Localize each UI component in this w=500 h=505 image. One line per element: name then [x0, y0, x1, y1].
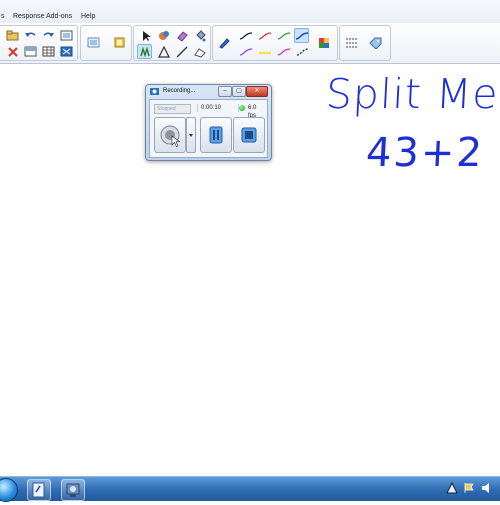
menu-help[interactable]: Help — [81, 13, 95, 20]
maximize-button[interactable]: ▢ — [232, 86, 246, 97]
pause-icon — [209, 126, 223, 144]
recorder-app-icon — [150, 88, 159, 95]
menu-add-ons[interactable]: Add-ons — [46, 13, 72, 20]
eraser-icon[interactable] — [174, 28, 189, 43]
magic-pen-icon[interactable] — [156, 28, 171, 43]
recording-titlebar[interactable]: Recording... – ▢ ✕ — [146, 85, 271, 98]
select-object-tool[interactable] — [137, 44, 152, 59]
notebook-app-icon[interactable] — [27, 479, 51, 501]
open-file-icon[interactable] — [5, 28, 20, 43]
recording-title: Recording... — [163, 88, 196, 94]
gallery-icon[interactable] — [112, 35, 127, 50]
chevron-down-icon — [189, 134, 193, 137]
table-icon[interactable] — [41, 44, 56, 59]
properties-group — [339, 25, 391, 61]
taskbar — [0, 476, 500, 502]
fullscreen-icon[interactable] — [59, 44, 74, 59]
pen-style-red[interactable] — [257, 28, 272, 43]
recorder-taskbar-icon[interactable] — [61, 479, 85, 501]
tray-volume-icon[interactable] — [481, 482, 493, 494]
undo-icon[interactable] — [23, 28, 38, 43]
minimize-button[interactable]: – — [218, 86, 232, 97]
shapes-icon[interactable] — [156, 44, 171, 59]
pen-style-green[interactable] — [276, 28, 291, 43]
recording-panel: Stopped 0:00:10 6.0 fps — [149, 99, 268, 158]
text-eraser-icon[interactable] — [192, 44, 207, 59]
close-button[interactable]: ✕ — [246, 86, 268, 97]
pen-style-yellow[interactable] — [257, 44, 272, 59]
pen-style-magenta[interactable] — [276, 44, 291, 59]
screen-capture-icon[interactable] — [59, 28, 74, 43]
pen-style-dotted[interactable] — [295, 44, 310, 59]
redo-icon[interactable] — [41, 28, 56, 43]
delete-icon[interactable] — [5, 44, 20, 59]
pen-styles-group — [212, 25, 338, 61]
line-style-icon[interactable] — [344, 35, 359, 50]
stop-icon — [241, 127, 257, 143]
line-icon[interactable] — [174, 44, 189, 59]
main-toolbar — [0, 23, 500, 64]
tag-properties-icon[interactable] — [368, 35, 383, 50]
pen-style-black[interactable] — [238, 28, 253, 43]
fill-icon[interactable] — [192, 28, 207, 43]
recording-window: Recording... – ▢ ✕ Stopped 0:00:10 6.0 f… — [145, 84, 272, 161]
pen-style-purple[interactable] — [238, 44, 253, 59]
draw-tools-group — [133, 25, 211, 61]
menu-response[interactable]: Response — [13, 13, 45, 20]
stop-button[interactable] — [233, 117, 265, 153]
record-options-arrow[interactable] — [186, 117, 196, 153]
menu-bar: s Response Add-ons Help — [0, 0, 500, 24]
handwritten-expression: 43+2 — [364, 130, 486, 176]
view-tools-group — [80, 25, 132, 61]
pause-button[interactable] — [200, 117, 232, 153]
audio-source-dropdown[interactable]: Stopped — [154, 104, 191, 114]
screen-shade-icon[interactable] — [23, 44, 38, 59]
frame-rate: 6.0 fps — [238, 104, 264, 119]
color-palette-icon[interactable] — [316, 35, 331, 50]
select-arrow-icon[interactable] — [138, 28, 153, 43]
record-button[interactable] — [154, 117, 186, 153]
pen-style-blue-wave[interactable] — [294, 28, 309, 43]
pen-icon[interactable] — [217, 35, 232, 50]
elapsed-time: 0:00:10 — [197, 104, 241, 112]
menu-view[interactable]: s — [1, 13, 5, 20]
file-tools-group — [0, 25, 78, 61]
windows-start-icon[interactable] — [0, 478, 18, 502]
toggle-view-icon[interactable] — [86, 35, 101, 50]
tray-network-icon[interactable] — [446, 482, 458, 494]
tray-flag-icon[interactable] — [463, 482, 475, 494]
handwritten-title: Split Met — [324, 70, 500, 118]
record-icon — [160, 125, 181, 147]
